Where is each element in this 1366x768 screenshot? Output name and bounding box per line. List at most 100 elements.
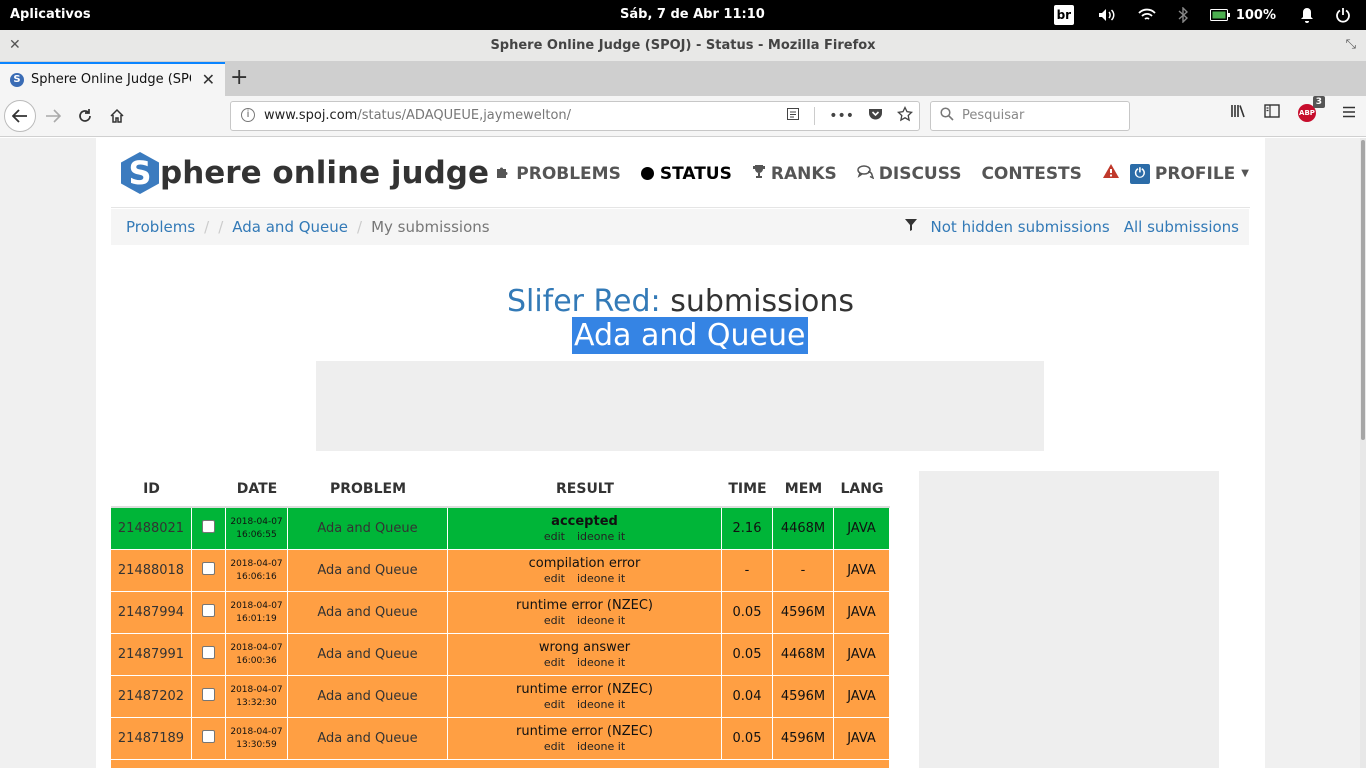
all-submissions-link[interactable]: All submissions [1124,218,1239,236]
ideone-link[interactable]: ideone it [577,740,625,753]
submission-id[interactable]: 21487189 [111,718,192,760]
ideone-link[interactable]: ideone it [577,614,625,627]
row-checkbox[interactable] [202,730,215,743]
mem-value: 4596M [773,676,834,718]
new-tab-plus-icon[interactable]: + [230,65,252,90]
row-checkbox[interactable] [202,604,215,617]
applications-menu[interactable]: Aplicativos [10,7,91,22]
header-result[interactable]: RESULT [448,471,722,508]
nav-profile[interactable]: ⏻ PROFILE ▼ [1129,163,1249,184]
edit-link[interactable]: edit [544,614,565,627]
tab-title: Sphere Online Judge (SPOJ) - S [31,72,191,87]
ideone-link[interactable]: ideone it [577,698,625,711]
header-mem[interactable]: MEM [773,471,834,508]
search-bar[interactable]: Pesquisar [930,101,1130,131]
library-icon[interactable] [1230,104,1246,122]
power-menu-icon[interactable] [1336,7,1350,23]
row-checkbox[interactable] [202,520,215,533]
sidebar-toggle-icon[interactable] [1264,104,1280,122]
submission-id[interactable]: 21487991 [111,634,192,676]
bluetooth-icon[interactable] [1178,7,1188,23]
ideone-link[interactable]: ideone it [577,530,625,543]
nav-status[interactable]: STATUS [640,164,732,184]
home-icon[interactable] [102,101,132,131]
scrollbar-thumb[interactable] [1361,140,1365,440]
header-id[interactable]: ID [111,471,192,508]
problem-link[interactable]: Ada and Queue [288,550,448,592]
ideone-link[interactable]: ideone it [577,572,625,585]
result-status[interactable]: accepted [448,514,721,530]
submission-id[interactable]: 21488018 [111,550,192,592]
checkbox-cell [192,676,226,718]
edit-link[interactable]: edit [544,698,565,711]
title-problem-link[interactable]: Ada and Queue [572,317,808,354]
window-maximize-icon[interactable]: ⤡ [1346,37,1356,52]
ideone-link[interactable]: ideone it [577,656,625,669]
address-bar[interactable]: i www.spoj.com/status/ADAQUEUE,jaymewelt… [230,101,920,131]
address-url[interactable]: www.spoj.com/status/ADAQUEUE,jaymewelton… [264,108,571,123]
row-checkbox[interactable] [202,688,215,701]
page-actions-icon[interactable]: ••• [829,108,854,124]
adblock-plus-icon[interactable]: ABP 3 [1298,96,1325,122]
reload-icon[interactable] [70,101,100,131]
result-status[interactable]: runtime error (NZEC) [448,724,721,740]
lang-value: JAVA [834,508,890,550]
hamburger-menu-icon[interactable] [1342,104,1356,122]
tab-close-icon[interactable]: ✕ [202,70,215,89]
submission-id[interactable]: 21488021 [111,508,192,550]
problem-link[interactable]: Ada and Queue [288,634,448,676]
submission-id[interactable]: 21487994 [111,592,192,634]
submission-date: 2018-04-07 [230,726,283,737]
wifi-icon[interactable] [1138,8,1156,22]
pocket-icon[interactable] [868,107,883,125]
spoj-logo[interactable]: S phere online judge [121,152,489,194]
nav-contests[interactable]: CONTESTS [981,164,1081,184]
adblock-label: ABP [1299,109,1315,117]
problem-link[interactable]: Ada and Queue [288,592,448,634]
title-username-link[interactable]: Slifer Red: [507,284,661,319]
submission-id[interactable]: 21487202 [111,676,192,718]
problem-link[interactable]: Ada and Queue [288,676,448,718]
problem-link[interactable]: Ada and Queue [288,508,448,550]
header-lang[interactable]: LANG [834,471,890,508]
nav-problems-label: PROBLEMS [516,163,621,184]
problem-link[interactable]: Ada and Queue [288,718,448,760]
time-value: - [722,550,773,592]
row-checkbox[interactable] [202,646,215,659]
forward-arrow-icon[interactable] [38,101,68,131]
reader-view-icon[interactable] [786,107,800,125]
caret-down-icon: ▼ [1241,168,1249,179]
edit-link[interactable]: edit [544,572,565,585]
nav-problems[interactable]: PROBLEMS [496,164,621,184]
keyboard-layout-indicator[interactable]: br [1053,5,1074,25]
spoj-favicon-icon: S [10,73,24,87]
breadcrumb-problems-link[interactable]: Problems [126,218,195,236]
result-status[interactable]: runtime error (NZEC) [448,682,721,698]
row-checkbox[interactable] [202,562,215,575]
volume-icon[interactable] [1098,8,1116,22]
submission-date: 2018-04-07 [230,684,283,695]
edit-link[interactable]: edit [544,530,565,543]
result-cell: wrong answer edit ideone it [448,634,722,676]
result-status[interactable]: wrong answer [448,640,721,656]
result-status[interactable]: runtime error (NZEC) [448,598,721,614]
header-date[interactable]: DATE [226,471,288,508]
notifications-icon[interactable] [1300,7,1314,23]
system-clock[interactable]: Sáb, 7 de Abr 11:10 [620,7,765,22]
back-arrow-icon[interactable] [4,100,36,132]
result-status[interactable]: compilation error [448,556,721,572]
header-time[interactable]: TIME [722,471,773,508]
nav-ranks[interactable]: RANKS [752,164,837,184]
breadcrumb-problem-link[interactable]: Ada and Queue [232,218,348,236]
browser-tab-active[interactable]: S Sphere Online Judge (SPOJ) - S ✕ [0,62,225,96]
nav-discuss[interactable]: DISCUSS [857,164,961,184]
not-hidden-submissions-link[interactable]: Not hidden submissions [931,218,1110,236]
warning-icon[interactable] [1102,163,1120,184]
page-scrollbar[interactable] [1360,138,1366,768]
header-problem[interactable]: PROBLEM [288,471,448,508]
edit-link[interactable]: edit [544,740,565,753]
edit-link[interactable]: edit [544,656,565,669]
battery-icon[interactable] [1209,9,1230,21]
bookmark-star-icon[interactable] [896,105,914,126]
site-info-icon[interactable]: i [241,108,255,122]
